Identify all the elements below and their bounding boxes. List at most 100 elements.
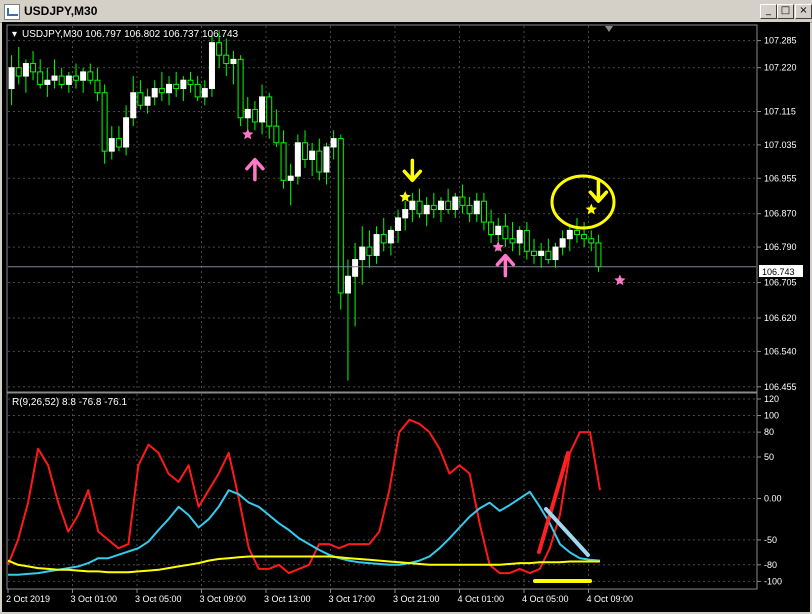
candle-body <box>244 108 251 119</box>
candle-body <box>330 138 337 148</box>
candle-body <box>516 229 523 244</box>
candle-body <box>87 71 94 81</box>
candle-body <box>101 92 108 152</box>
minimize-button[interactable]: _ <box>760 4 777 19</box>
candle-body <box>216 42 223 56</box>
candle-body <box>366 246 373 256</box>
candle-body <box>94 79 101 94</box>
candle-body <box>8 67 15 90</box>
osc-y-label: -80 <box>764 560 777 570</box>
candle-body <box>173 83 180 90</box>
oscillator-panel-border <box>6 392 758 590</box>
candle-body <box>352 259 359 277</box>
price-y-label: 107.115 <box>764 107 796 117</box>
osc-y-label: 80 <box>764 427 774 437</box>
candle-body <box>473 200 480 215</box>
candle-body <box>237 58 244 119</box>
price-y-label: 106.870 <box>764 209 797 219</box>
candle-body <box>108 138 115 152</box>
candle-body <box>58 75 65 85</box>
price-y-label: 106.955 <box>764 173 797 183</box>
price-y-label: 106.620 <box>764 313 797 323</box>
candle-body <box>337 138 344 294</box>
candle-body <box>37 71 44 85</box>
x-axis-label: 3 Oct 21:00 <box>393 594 440 604</box>
candle-body <box>538 250 545 256</box>
candle-body <box>359 246 366 261</box>
price-panel-border <box>6 24 758 393</box>
candle-body <box>65 75 72 85</box>
candle-body <box>123 117 130 148</box>
candle-body <box>266 96 273 127</box>
candle-body <box>488 221 495 236</box>
star-icon <box>242 128 254 140</box>
candle-body <box>373 234 380 256</box>
grid <box>8 26 756 588</box>
candle-body <box>44 79 51 85</box>
candle-body <box>208 42 215 90</box>
candle-body <box>430 204 437 211</box>
osc-y-label: 0.00 <box>764 493 782 503</box>
candle-body <box>51 75 58 81</box>
candle-body <box>166 83 173 94</box>
candle-body <box>480 200 487 223</box>
candle-body <box>502 225 509 240</box>
price-y-label: 106.540 <box>764 346 797 356</box>
candle-body <box>566 229 573 240</box>
candle-body <box>137 92 144 106</box>
candle-body <box>509 238 516 244</box>
candle-body <box>144 96 151 106</box>
oscillator-series-line <box>7 418 601 575</box>
candle-body <box>409 200 416 211</box>
window-titlebar[interactable]: USDJPY,M30 _ □ × <box>0 0 812 23</box>
candle-body <box>273 125 280 144</box>
yellow-circle-annotation <box>550 174 616 230</box>
candle-body <box>230 58 237 65</box>
price-y-label: 106.790 <box>764 242 797 252</box>
x-axis-label: 2 Oct 2019 <box>6 594 50 604</box>
candle-body <box>301 142 309 160</box>
candle-body <box>180 79 187 90</box>
star-icon <box>399 191 411 202</box>
lightblue-trend-annotation <box>544 507 590 557</box>
candle-body <box>402 209 409 219</box>
candle-body <box>581 234 588 240</box>
price-y-label: 107.285 <box>764 36 797 46</box>
candle-body <box>588 238 595 244</box>
candle-body <box>387 229 394 244</box>
price-legend: USDJPY,M30 106.797 106.802 106.737 106.7… <box>22 29 239 40</box>
price-y-label: 106.455 <box>764 382 797 392</box>
candle-body <box>309 150 316 160</box>
osc-y-label: -50 <box>764 535 777 545</box>
up-arrow-icon <box>245 157 265 182</box>
chart-canvas[interactable]: 2 Oct 2019 3 Oct 01:00 3 Oct 05:00 3 Oct 09… <box>2 22 810 612</box>
candle-body <box>151 88 158 98</box>
x-axis-label: 4 Oct 09:00 <box>587 594 634 604</box>
candle-body <box>452 196 459 211</box>
candle-body <box>380 234 387 244</box>
candle-body <box>30 63 37 73</box>
chart-shift-marker-icon[interactable] <box>605 26 613 32</box>
candle-body <box>423 204 430 215</box>
candle-body <box>80 71 87 81</box>
candle-body <box>323 146 330 173</box>
price-legend-arrow-icon[interactable]: ▾ <box>12 29 17 40</box>
candle-body <box>294 142 301 177</box>
candle-body <box>531 250 538 256</box>
x-axis-label: 4 Oct 05:00 <box>522 594 569 604</box>
up-arrow-icon <box>495 253 516 278</box>
price-y-label: 106.705 <box>764 278 797 288</box>
maximize-button[interactable]: □ <box>777 4 794 19</box>
window-title: USDJPY,M30 <box>24 4 98 18</box>
candle-body <box>22 63 29 77</box>
x-axis-label: 3 Oct 13:00 <box>264 594 311 604</box>
chart-frame[interactable]: 2 Oct 2019 3 Oct 01:00 3 Oct 05:00 3 Oct 09… <box>2 22 810 612</box>
close-button[interactable]: × <box>795 4 812 19</box>
candle-body <box>287 175 294 181</box>
down-arrow-icon <box>402 158 423 183</box>
x-axis-label: 3 Oct 05:00 <box>135 594 182 604</box>
candle-body <box>559 238 566 248</box>
current-price-label: 106.743 <box>762 267 795 277</box>
star-icon <box>585 203 597 215</box>
oscillator-lines <box>7 418 601 576</box>
